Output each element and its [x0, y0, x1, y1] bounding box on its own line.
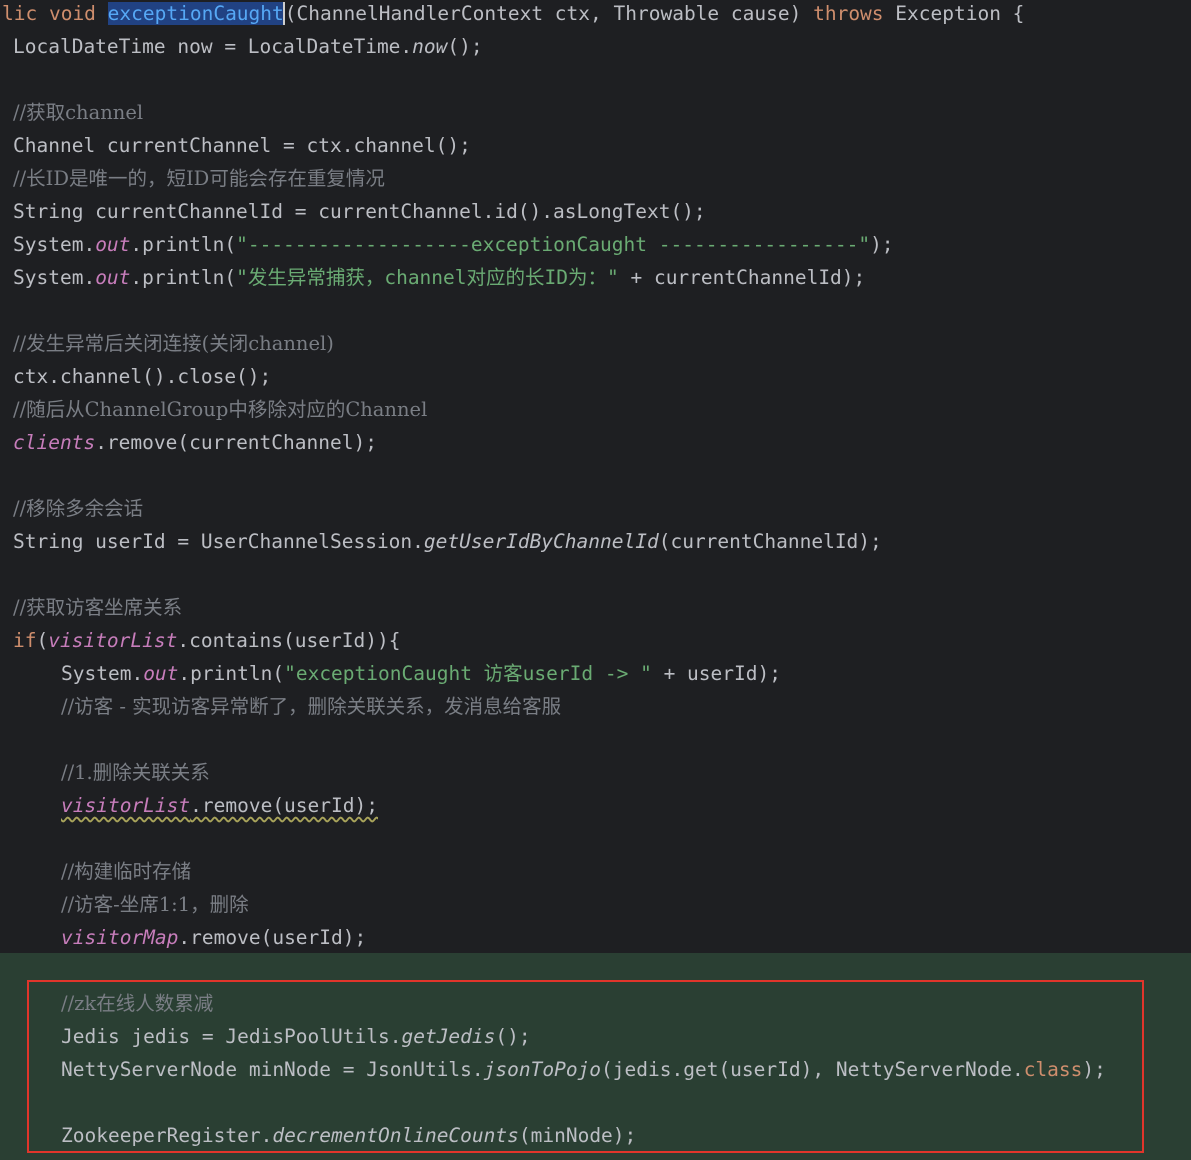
- code-comment[interactable]: //构建临时存储: [61, 858, 191, 891]
- code-text: LocalDateTime now = LocalDateTime.: [13, 35, 413, 58]
- code-text: System.: [61, 662, 144, 685]
- comment-text: //构建临时存储: [61, 860, 192, 883]
- code-text: (currentChannelId);: [658, 530, 882, 553]
- comment-text: //发生异常后关闭连接(关闭channel): [13, 332, 334, 355]
- code-text: System.: [13, 233, 96, 256]
- code-text: (jedis.get(userId), NettyServerNode.: [601, 1058, 1024, 1081]
- comment-text: //获取访客坐席关系: [13, 596, 183, 619]
- code-text: ctx.channel().close();: [13, 365, 272, 388]
- code-text: ZookeeperRegister.: [61, 1124, 273, 1147]
- code-text: (minNode);: [518, 1124, 637, 1147]
- code-line[interactable]: ctx.channel().close();: [13, 363, 271, 396]
- string-literal: "-------------------exceptionCaught ----…: [236, 233, 871, 256]
- code-text: .println(: [130, 233, 237, 256]
- code-line[interactable]: System.out.println("-------------------e…: [13, 231, 894, 264]
- code-comment[interactable]: //访客 - 实现访客异常断了，删除关联关系，发消息给客服: [61, 693, 561, 726]
- code-text: .remove(userId);: [178, 926, 367, 949]
- code-text: String currentChannelId = currentChannel…: [13, 200, 706, 223]
- code-line[interactable]: clients.remove(currentChannel);: [13, 429, 377, 462]
- code-line[interactable]: if(visitorList.contains(userId)){: [13, 627, 400, 660]
- comment-text: //随后从ChannelGroup中移除对应的Channel: [13, 398, 428, 421]
- code-text: (: [36, 629, 49, 652]
- static-method: getUserIdByChannelId: [423, 530, 659, 553]
- code-text: Jedis jedis = JedisPoolUtils.: [61, 1025, 402, 1048]
- keyword: if: [13, 629, 37, 652]
- code-text: .println(: [130, 266, 237, 289]
- code-comment[interactable]: //访客-坐席1:1，删除: [61, 891, 249, 924]
- code-line-method-signature[interactable]: lic void exceptionCaught(ChannelHandlerC…: [2, 0, 1024, 33]
- code-line[interactable]: System.out.println("exceptionCaught 访客us…: [61, 660, 781, 693]
- code-comment[interactable]: //zk在线人数累减: [61, 990, 213, 1023]
- code-text: ();: [447, 35, 483, 58]
- comment-text: //获取channel: [13, 101, 144, 124]
- code-line[interactable]: String currentChannelId = currentChannel…: [13, 198, 706, 231]
- code-line[interactable]: visitorMap.remove(userId);: [61, 924, 366, 957]
- selected-identifier[interactable]: exceptionCaught: [107, 2, 284, 25]
- code-text: + currentChannelId);: [618, 266, 866, 289]
- static-field: visitorList: [61, 794, 191, 817]
- code-comment[interactable]: //长ID是唯一的，短ID可能会存在重复情况: [13, 165, 385, 198]
- code-comment[interactable]: //获取访客坐席关系: [13, 594, 182, 627]
- code-text: .remove(currentChannel);: [95, 431, 377, 454]
- code-line[interactable]: NettyServerNode minNode = JsonUtils.json…: [61, 1056, 1106, 1089]
- static-field: out: [95, 266, 131, 289]
- static-field: clients: [13, 431, 96, 454]
- code-editor[interactable]: lic void exceptionCaught(ChannelHandlerC…: [0, 0, 1191, 1160]
- code-line[interactable]: Channel currentChannel = ctx.channel();: [13, 132, 471, 165]
- static-method: now: [412, 35, 448, 58]
- code-text: .println(: [178, 662, 285, 685]
- code-text: );: [870, 233, 894, 256]
- static-method: decrementOnlineCounts: [272, 1124, 519, 1147]
- comment-text: //长ID是唯一的，短ID可能会存在重复情况: [13, 167, 385, 190]
- code-text: System.: [13, 266, 96, 289]
- static-method: getJedis: [401, 1025, 496, 1048]
- code-comment[interactable]: //1.删除关联关系: [61, 759, 210, 792]
- warning-highlight: visitorList.remove(userId);: [61, 794, 378, 817]
- code-line[interactable]: LocalDateTime now = LocalDateTime.now();: [13, 33, 483, 66]
- keyword: class: [1023, 1058, 1083, 1081]
- keyword: lic void: [2, 2, 108, 25]
- code-comment[interactable]: //随后从ChannelGroup中移除对应的Channel: [13, 396, 427, 429]
- static-field: out: [95, 233, 131, 256]
- string-literal: "exceptionCaught 访客userId -> ": [284, 662, 652, 685]
- comment-text: //zk在线人数累减: [61, 992, 214, 1015]
- static-field: visitorMap: [61, 926, 179, 949]
- code-text: String userId = UserChannelSession.: [13, 530, 424, 553]
- static-field: visitorList: [48, 629, 178, 652]
- comment-text: //访客-坐席1:1，删除: [61, 893, 249, 916]
- static-field: out: [143, 662, 179, 685]
- code-line[interactable]: ZookeeperRegister.decrementOnlineCounts(…: [61, 1122, 636, 1155]
- code-text: .contains(userId)){: [177, 629, 401, 652]
- code-comment[interactable]: //移除多余会话: [13, 495, 143, 528]
- code-text: Channel currentChannel = ctx.channel();: [13, 134, 471, 157]
- code-text: );: [1082, 1058, 1106, 1081]
- static-method: jsonToPojo: [483, 1058, 602, 1081]
- code-comment[interactable]: //发生异常后关闭连接(关闭channel): [13, 330, 334, 363]
- code-text: (ChannelHandlerContext ctx, Throwable ca…: [284, 2, 814, 25]
- keyword: throws: [813, 2, 884, 25]
- code-text: .remove(userId);: [190, 794, 378, 817]
- comment-text: //移除多余会话: [13, 497, 144, 520]
- code-line-warning[interactable]: visitorList.remove(userId);: [61, 792, 378, 825]
- comment-text: //1.删除关联关系: [61, 761, 210, 784]
- comment-text: //访客 - 实现访客异常断了，删除关联关系，发消息给客服: [61, 695, 562, 718]
- code-text: NettyServerNode minNode = JsonUtils.: [61, 1058, 484, 1081]
- code-comment[interactable]: //获取channel: [13, 99, 143, 132]
- code-line[interactable]: String userId = UserChannelSession.getUs…: [13, 528, 882, 561]
- code-text: + userId);: [651, 662, 781, 685]
- code-line[interactable]: System.out.println("发生异常捕获，channel对应的长ID…: [13, 264, 865, 297]
- code-text: ();: [495, 1025, 531, 1048]
- code-text: Exception {: [883, 2, 1025, 25]
- code-line[interactable]: Jedis jedis = JedisPoolUtils.getJedis();: [61, 1023, 531, 1056]
- string-literal: "发生异常捕获，channel对应的长ID为：": [236, 266, 619, 289]
